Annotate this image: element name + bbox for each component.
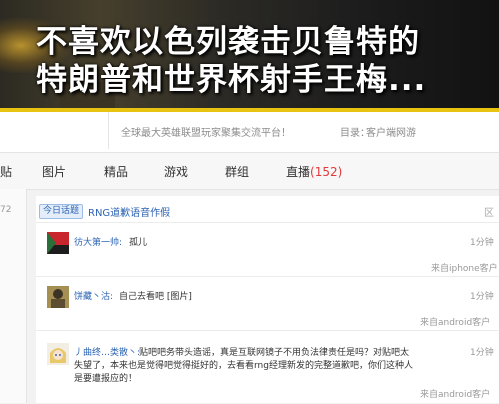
forum-slogan: 全球最大英雄联盟玩家聚集交流平台！ <box>121 128 291 139</box>
directory-link[interactable]: 客户端网游 <box>366 124 416 139</box>
thread-title[interactable]: RNG道歉语音作假 <box>88 204 170 219</box>
topic-tag[interactable]: 今日话题 <box>39 204 84 219</box>
reply-time: 1分钟 <box>470 348 494 358</box>
thread-title-bar: 今日话题 RNG道歉语音作假 区 <box>36 204 499 224</box>
reply-source: 来自iphone客户 <box>431 264 498 274</box>
tab-featured[interactable]: 精品 <box>104 163 128 180</box>
reply-source: 来自android客户 <box>420 390 491 400</box>
reply-text: 自己去看吧 [图片] <box>119 292 192 302</box>
reply-username[interactable]: 饼藏丶沽: <box>74 289 113 302</box>
reply-username[interactable]: 彷大第一帅: <box>74 235 122 248</box>
tab-live-label: 直播 <box>286 165 311 179</box>
forum-avatar[interactable] <box>0 112 109 149</box>
reply-time: 1分钟 <box>470 292 494 302</box>
live-count: (152) <box>310 165 343 179</box>
tab-images[interactable]: 图片 <box>42 163 66 180</box>
user-avatar-anime[interactable] <box>47 343 69 365</box>
thread-mark: 区 <box>484 208 494 219</box>
tab-posts[interactable]: 贴 <box>0 163 12 180</box>
reply-time: 1分钟 <box>470 238 494 248</box>
reply-source: 来自android客户 <box>420 318 491 328</box>
headline-line-2: 特朗普和世界杯射手王梅... <box>36 62 427 98</box>
tab-live[interactable]: 直播(152) <box>286 163 342 180</box>
reply-item: 丿曲终…类散丶: 贴吧吧务带头造谣，真是互联网镜子不用负法律责任是吗？对贴吧太 … <box>36 330 499 404</box>
thread-panel: 今日话题 RNG道歉语音作假 区 彷大第一帅: 孤儿 1分钟 来自iphone客… <box>36 196 499 403</box>
left-column: 72 <box>0 189 27 403</box>
user-avatar-flag[interactable] <box>47 232 69 254</box>
reply-text-line-1: 贴吧吧务带头造谣，真是互联网镜子不用负法律责任是吗？对贴吧太 <box>139 348 410 358</box>
reply-item: 彷大第一帅: 孤儿 1分钟 来自iphone客户 <box>36 222 499 275</box>
tab-bar: 贴 图片 精品 游戏 群组 直播(152) <box>0 152 499 190</box>
headline-line-1: 不喜欢以色列袭击贝鲁特的 <box>36 24 420 60</box>
reply-item: 饼藏丶沽: 自己去看吧 [图片] 1分钟 来自android客户 <box>36 276 499 329</box>
reply-text-line-3: 是要遭报应的！ <box>74 374 138 384</box>
tab-groups[interactable]: 群组 <box>225 163 249 180</box>
reply-username[interactable]: 丿曲终…类散丶: <box>74 345 140 358</box>
reply-text: 孤儿 <box>129 238 148 248</box>
tab-games[interactable]: 游戏 <box>164 163 188 180</box>
left-count: 72 <box>0 205 12 215</box>
reply-text-line-2: 失望了，本来也是觉得吧觉得挺好的，去看看rng经理新发的完整道歉吧，你们这种人 <box>74 361 413 371</box>
forum-header: 全球最大英雄联盟玩家聚集交流平台！ 目录： 客户端网游 <box>0 112 499 152</box>
user-avatar[interactable] <box>47 286 69 308</box>
